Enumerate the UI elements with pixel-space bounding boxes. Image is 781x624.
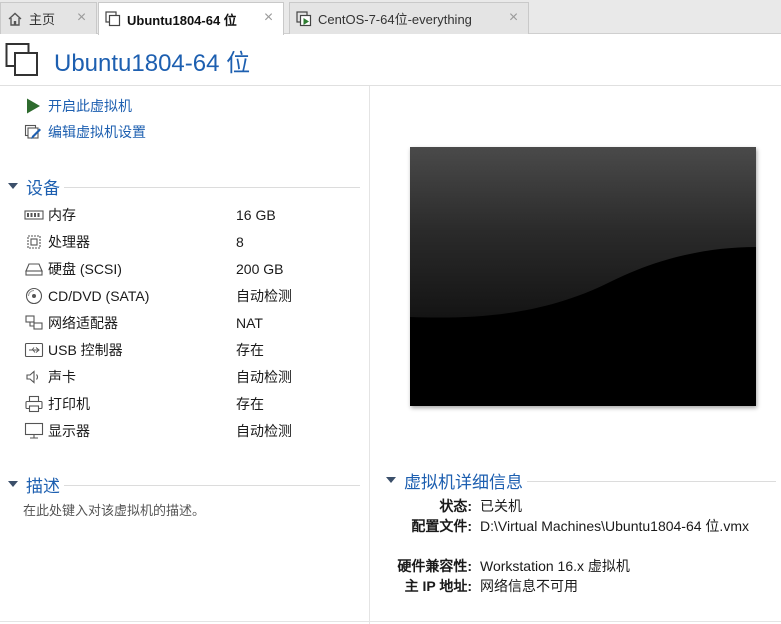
device-name: CD/DVD (SATA) — [48, 287, 150, 304]
edit-settings-label: 编辑虚拟机设置 — [48, 124, 146, 140]
vm-screen-thumbnail[interactable] — [410, 147, 756, 406]
device-row-memory[interactable]: 内存 16 GB — [24, 201, 360, 228]
divider — [64, 484, 360, 486]
cd-dvd-icon — [24, 287, 44, 305]
memory-icon — [24, 206, 44, 224]
device-name: USB 控制器 — [48, 341, 123, 358]
power-on-label: 开启此虚拟机 — [48, 98, 132, 114]
play-icon — [24, 97, 42, 115]
device-row-hard-disk[interactable]: 硬盘 (SCSI) 200 GB — [24, 255, 360, 282]
tab-ubuntu[interactable]: Ubuntu1804-64 位 × — [98, 2, 284, 35]
device-value: 自动检测 — [236, 287, 292, 304]
detail-value: Workstation 16.x 虚拟机 — [480, 558, 630, 574]
device-value: 存在 — [236, 341, 264, 358]
tab-home-label: 主页 — [29, 12, 56, 27]
device-row-printer[interactable]: 打印机 存在 — [24, 390, 360, 417]
device-name: 打印机 — [48, 395, 90, 412]
device-row-cd-dvd[interactable]: CD/DVD (SATA) 自动检测 — [24, 282, 360, 309]
detail-row-compatibility: 硬件兼容性: Workstation 16.x 虚拟机 — [380, 556, 780, 576]
detail-row-state: 状态: 已关机 — [380, 496, 780, 516]
device-row-processor[interactable]: 处理器 8 — [24, 228, 360, 255]
printer-icon — [24, 395, 44, 413]
close-icon[interactable]: × — [75, 10, 88, 26]
network-adapter-icon — [24, 314, 44, 332]
device-value: 16 GB — [236, 206, 276, 223]
page-title: Ubuntu1804-64 位 — [54, 50, 251, 77]
device-row-network-adapter[interactable]: 网络适配器 NAT — [24, 309, 360, 336]
vm-details-section-header[interactable]: 虚拟机详细信息 — [386, 467, 776, 493]
device-value: NAT — [236, 314, 263, 331]
devices-title: 设备 — [26, 173, 64, 199]
edit-settings-icon — [24, 123, 42, 141]
device-name: 声卡 — [48, 368, 76, 385]
detail-row-ip-address: 主 IP 地址: 网络信息不可用 — [380, 576, 780, 596]
device-row-usb[interactable]: USB 控制器 存在 — [24, 336, 360, 363]
vm-icon — [5, 42, 39, 78]
vm-details-title: 虚拟机详细信息 — [404, 467, 527, 493]
device-name: 内存 — [48, 206, 76, 223]
device-row-sound[interactable]: 声卡 自动检测 — [24, 363, 360, 390]
divider — [64, 186, 360, 188]
monitor-icon — [24, 422, 44, 440]
device-value: 存在 — [236, 395, 264, 412]
device-value: 自动检测 — [236, 368, 292, 385]
hard-disk-icon — [24, 260, 44, 278]
detail-key: 主 IP 地址: — [404, 578, 472, 594]
detail-value: 网络信息不可用 — [480, 578, 578, 594]
close-icon[interactable]: × — [262, 10, 275, 26]
detail-value: D:\Virtual Machines\Ubuntu1804-64 位.vmx — [480, 518, 749, 534]
vm-icon — [105, 11, 121, 27]
vm-running-icon — [296, 10, 312, 27]
collapse-triangle-icon[interactable] — [386, 477, 396, 483]
tab-bar: 主页 × Ubuntu1804-64 位 × CentOS-7-64位-ever… — [0, 0, 781, 35]
left-pane: 开启此虚拟机 编辑虚拟机设置 设备 内存 16 GB 处理器 8 硬盘 (SCS… — [0, 86, 370, 624]
sound-icon — [24, 368, 44, 386]
device-row-display[interactable]: 显示器 自动检测 — [24, 417, 360, 444]
detail-value: 已关机 — [480, 498, 522, 514]
detail-key: 硬件兼容性: — [397, 558, 472, 574]
device-name: 网络适配器 — [48, 314, 118, 331]
home-icon — [7, 11, 23, 27]
device-name: 处理器 — [48, 233, 90, 250]
tab-home[interactable]: 主页 × — [0, 2, 97, 34]
device-value: 8 — [236, 233, 244, 250]
description-input[interactable]: 在此处键入对该虚拟机的描述。 — [23, 500, 205, 519]
detail-key: 状态: — [439, 498, 472, 514]
tab-ubuntu-label: Ubuntu1804-64 位 — [127, 12, 237, 28]
close-icon[interactable]: × — [507, 10, 520, 26]
device-value: 200 GB — [236, 260, 284, 277]
cpu-icon — [24, 233, 44, 251]
power-on-button[interactable]: 开启此虚拟机 — [24, 95, 132, 117]
detail-row-config-file: 配置文件: D:\Virtual Machines\Ubuntu1804-64 … — [380, 516, 780, 536]
devices-section-header[interactable]: 设备 — [8, 173, 360, 199]
divider — [527, 480, 776, 482]
collapse-triangle-icon[interactable] — [8, 481, 18, 487]
device-name: 显示器 — [48, 422, 90, 439]
edit-settings-button[interactable]: 编辑虚拟机设置 — [24, 121, 146, 143]
tab-centos[interactable]: CentOS-7-64位-everything × — [289, 2, 529, 34]
usb-icon — [24, 341, 44, 359]
description-title: 描述 — [26, 471, 64, 497]
detail-key: 配置文件: — [411, 518, 472, 534]
description-section-header[interactable]: 描述 — [8, 471, 360, 497]
collapse-triangle-icon[interactable] — [8, 183, 18, 189]
divider — [0, 621, 781, 622]
vm-header: Ubuntu1804-64 位 — [0, 34, 781, 86]
device-value: 自动检测 — [236, 422, 292, 439]
tab-centos-label: CentOS-7-64位-everything — [318, 12, 472, 27]
device-name: 硬盘 (SCSI) — [48, 260, 122, 277]
